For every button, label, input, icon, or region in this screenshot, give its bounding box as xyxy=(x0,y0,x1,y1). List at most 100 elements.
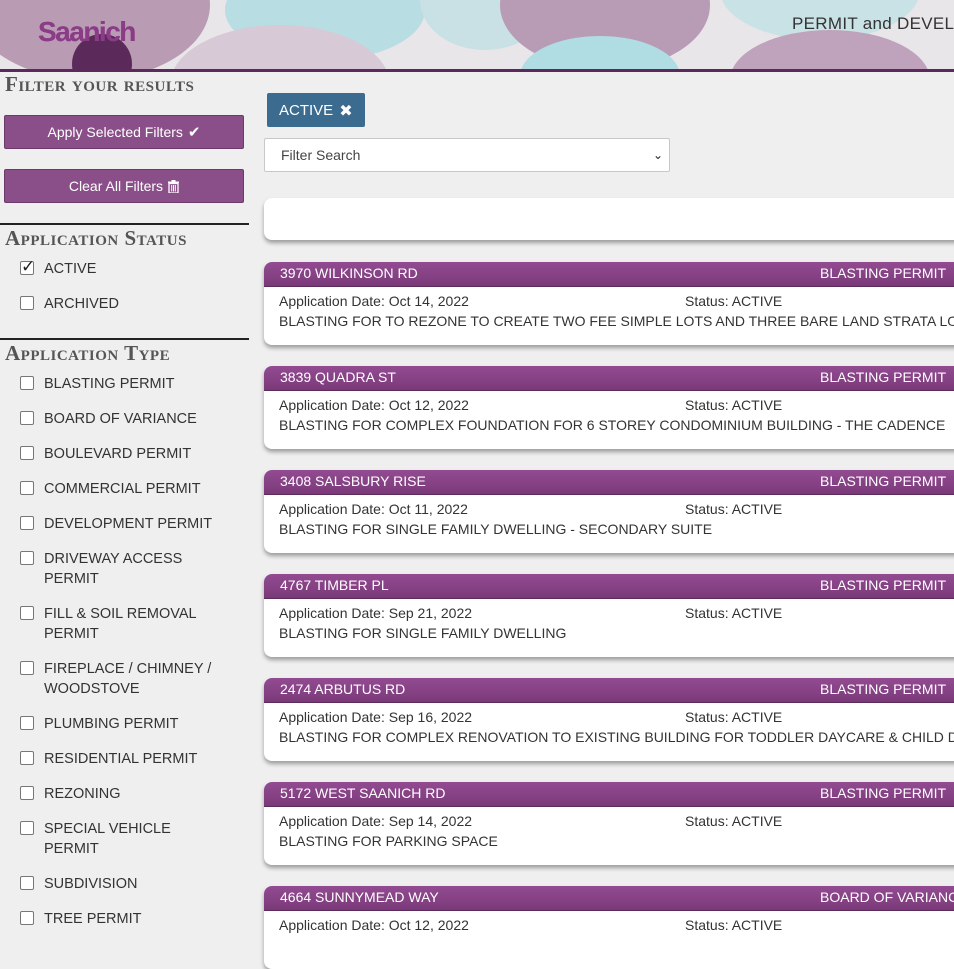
active-filter-chip[interactable]: ACTIVE ✖ xyxy=(267,93,365,127)
checkbox-label: FIREPLACE / CHIMNEY / WOODSTOVE xyxy=(44,661,212,697)
status-filter-active[interactable]: ACTIVE xyxy=(20,257,240,279)
section-divider xyxy=(0,338,249,340)
checkbox[interactable] xyxy=(20,516,34,530)
result-date: Application Date: Oct 12, 2022 xyxy=(279,917,469,933)
result-status: Status: ACTIVE xyxy=(685,605,783,621)
section-divider xyxy=(0,223,249,225)
result-description: BLASTING FOR SINGLE FAMILY DWELLING - SE… xyxy=(279,521,713,537)
result-card[interactable]: 2474 ARBUTUS RD BLASTING PERMIT Applicat… xyxy=(264,678,954,761)
logo-text: Saanich xyxy=(38,16,136,47)
result-card[interactable]: 3970 WILKINSON RD BLASTING PERMIT Applic… xyxy=(264,262,954,345)
checkbox[interactable] xyxy=(20,716,34,730)
type-filter-board-of-variance[interactable]: BOARD OF VARIANCE xyxy=(20,409,240,429)
checkbox[interactable] xyxy=(20,786,34,800)
result-card-header: 4767 TIMBER PL BLASTING PERMIT xyxy=(264,574,954,599)
checkbox[interactable] xyxy=(20,606,34,620)
checkbox-label: COMMERCIAL PERMIT xyxy=(44,481,201,497)
result-address[interactable]: 5172 WEST SAANICH RD xyxy=(280,785,445,801)
type-filter-rezoning[interactable]: REZONING xyxy=(20,784,240,804)
result-card[interactable]: 4767 TIMBER PL BLASTING PERMIT Applicati… xyxy=(264,574,954,657)
type-filter-driveway-access[interactable]: DRIVEWAY ACCESS PERMIT xyxy=(20,549,240,589)
empty-summary-card xyxy=(264,198,954,240)
result-card-header: 3839 QUADRA ST BLASTING PERMIT xyxy=(264,366,954,391)
type-filter-blasting[interactable]: BLASTING PERMIT xyxy=(20,374,240,394)
result-card[interactable]: 3839 QUADRA ST BLASTING PERMIT Applicati… xyxy=(264,366,954,449)
result-address[interactable]: 4767 TIMBER PL xyxy=(280,577,389,593)
type-filter-subdivision[interactable]: SUBDIVISION xyxy=(20,874,240,894)
type-filter-development[interactable]: DEVELOPMENT PERMIT xyxy=(20,514,240,534)
result-type: BLASTING PERMIT xyxy=(820,577,947,593)
result-address[interactable]: 3839 QUADRA ST xyxy=(280,369,396,385)
checkbox-label: ARCHIVED xyxy=(44,296,119,312)
result-date: Application Date: Oct 14, 2022 xyxy=(279,293,469,309)
checkbox[interactable] xyxy=(20,257,35,277)
result-status: Status: ACTIVE xyxy=(685,293,783,309)
result-status: Status: ACTIVE xyxy=(685,397,783,413)
checkbox-label: TREE PERMIT xyxy=(44,911,142,927)
result-description: BLASTING FOR TO REZONE TO CREATE TWO FEE… xyxy=(279,313,954,329)
checkbox-label: FILL & SOIL REMOVAL PERMIT xyxy=(44,606,197,642)
application-type-heading: Application Type xyxy=(5,341,171,365)
chevron-down-icon: ⌄ xyxy=(652,148,663,162)
type-filter-special-vehicle[interactable]: SPECIAL VEHICLE PERMIT xyxy=(20,819,240,859)
checkbox[interactable] xyxy=(20,446,34,460)
application-status-heading: Application Status xyxy=(5,226,187,250)
result-date: Application Date: Oct 12, 2022 xyxy=(279,397,469,413)
filter-search-select[interactable]: Filter Search ⌄ xyxy=(264,138,670,172)
result-address[interactable]: 2474 ARBUTUS RD xyxy=(280,681,405,697)
checkbox[interactable] xyxy=(20,821,34,835)
result-address[interactable]: 3970 WILKINSON RD xyxy=(280,265,418,281)
checkbox[interactable] xyxy=(20,376,34,390)
result-date: Application Date: Sep 14, 2022 xyxy=(279,813,473,829)
checkmark-icon: ✔ xyxy=(187,123,201,141)
result-description: BLASTING FOR PARKING SPACE xyxy=(279,833,498,849)
checkbox-label: DRIVEWAY ACCESS PERMIT xyxy=(44,551,183,587)
result-card[interactable]: 3408 SALSBURY RISE BLASTING PERMIT Appli… xyxy=(264,470,954,553)
result-card[interactable]: 5172 WEST SAANICH RD BLASTING PERMIT App… xyxy=(264,782,954,865)
result-card-header: 4664 SUNNYMEAD WAY BOARD OF VARIANC xyxy=(264,886,954,911)
type-filter-fill-soil-removal[interactable]: FILL & SOIL REMOVAL PERMIT xyxy=(20,604,240,644)
page-title: PERMIT and DEVEL xyxy=(792,14,954,33)
checkbox[interactable] xyxy=(20,481,34,495)
checkbox[interactable] xyxy=(20,411,34,425)
chip-label: ACTIVE xyxy=(279,101,334,119)
clear-filters-button[interactable]: Clear All Filters xyxy=(4,169,244,203)
saanich-logo[interactable]: Saanich xyxy=(38,10,136,69)
checkbox[interactable] xyxy=(20,551,34,565)
result-status: Status: ACTIVE xyxy=(685,709,783,725)
result-type: BLASTING PERMIT xyxy=(820,369,947,385)
checkbox[interactable] xyxy=(20,911,34,925)
type-filter-commercial[interactable]: COMMERCIAL PERMIT xyxy=(20,479,240,499)
result-card-header: 2474 ARBUTUS RD BLASTING PERMIT xyxy=(264,678,954,703)
checkbox[interactable] xyxy=(20,296,34,310)
type-filter-tree[interactable]: TREE PERMIT xyxy=(20,909,240,929)
site-header: Saanich PERMIT and DEVEL xyxy=(0,0,954,72)
remove-x-icon[interactable]: ✖ xyxy=(339,101,352,120)
result-card-header: 5172 WEST SAANICH RD BLASTING PERMIT xyxy=(264,782,954,807)
type-filter-plumbing[interactable]: PLUMBING PERMIT xyxy=(20,714,240,734)
result-description: BLASTING FOR SINGLE FAMILY DWELLING xyxy=(279,625,567,641)
filter-search-value: Filter Search xyxy=(281,147,361,163)
checkbox[interactable] xyxy=(20,876,34,890)
result-card-header: 3970 WILKINSON RD BLASTING PERMIT xyxy=(264,262,954,287)
clear-filters-label: Clear All Filters xyxy=(68,178,164,194)
result-address[interactable]: 3408 SALSBURY RISE xyxy=(280,473,426,489)
result-type: BOARD OF VARIANC xyxy=(820,889,954,905)
apply-filters-label: Apply Selected Filters xyxy=(47,124,183,140)
checkbox[interactable] xyxy=(20,661,34,675)
result-card[interactable]: 4664 SUNNYMEAD WAY BOARD OF VARIANC Appl… xyxy=(264,886,954,969)
checkbox[interactable] xyxy=(20,751,34,765)
checkbox-label: ACTIVE xyxy=(44,261,97,277)
result-type: BLASTING PERMIT xyxy=(820,473,947,489)
result-date: Application Date: Sep 21, 2022 xyxy=(279,605,473,621)
checkbox-label: BLASTING PERMIT xyxy=(44,376,175,392)
status-filter-archived[interactable]: ARCHIVED xyxy=(20,294,240,314)
checkbox-label: SPECIAL VEHICLE PERMIT xyxy=(44,821,171,857)
trash-icon xyxy=(168,179,180,193)
type-filter-boulevard[interactable]: BOULEVARD PERMIT xyxy=(20,444,240,464)
type-filter-residential[interactable]: RESIDENTIAL PERMIT xyxy=(20,749,240,769)
apply-filters-button[interactable]: Apply Selected Filters ✔ xyxy=(4,115,244,149)
result-address[interactable]: 4664 SUNNYMEAD WAY xyxy=(280,889,439,905)
result-status: Status: ACTIVE xyxy=(685,501,783,517)
type-filter-fireplace[interactable]: FIREPLACE / CHIMNEY / WOODSTOVE xyxy=(20,659,240,699)
